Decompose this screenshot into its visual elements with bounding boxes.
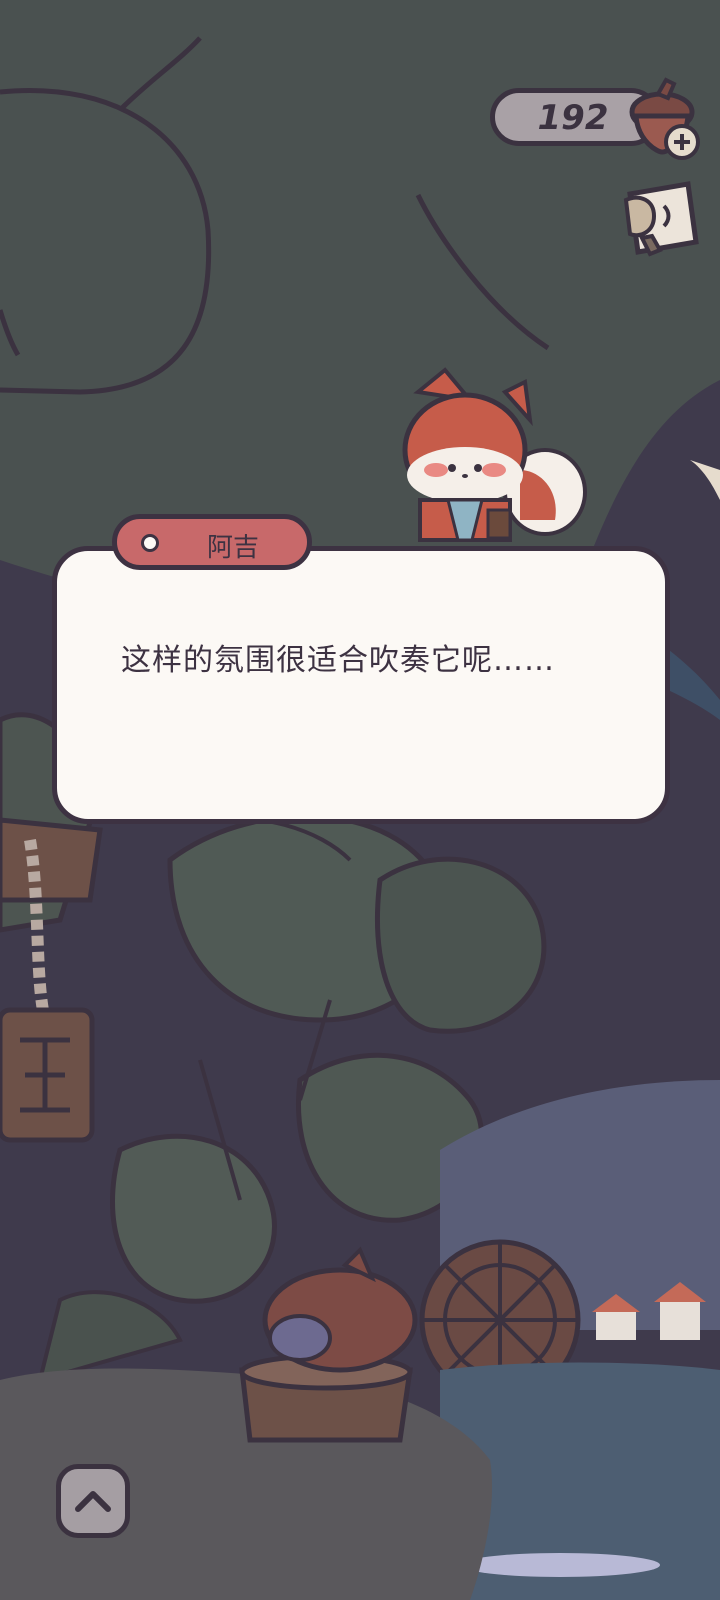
chevron-up-icon [75, 1491, 111, 1512]
expand-menu-button[interactable] [56, 1464, 130, 1538]
dialog-box[interactable]: 这样的氛围很适合吹奏它呢…… [52, 546, 670, 824]
speaker-name: 阿吉 [206, 533, 259, 563]
speaker-dot-icon [141, 534, 159, 552]
speaker-name-tag: 阿吉 [112, 514, 312, 570]
dialog-text: 这样的氛围很适合吹奏它呢…… [121, 643, 555, 678]
acorn-plus-icon[interactable] [628, 72, 708, 166]
acorn-count: 192 [537, 98, 609, 138]
journal-scroll-icon[interactable] [620, 180, 702, 260]
water-shimmer [460, 1553, 660, 1577]
